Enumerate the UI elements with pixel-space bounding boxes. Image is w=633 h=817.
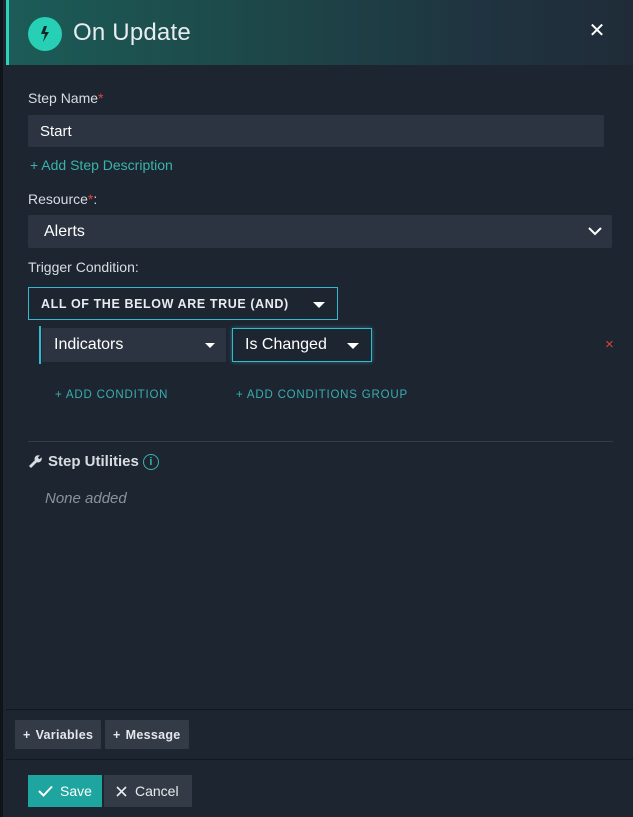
close-icon[interactable]: ✕ bbox=[588, 21, 606, 41]
condition-field-select[interactable]: Indicators bbox=[42, 328, 226, 362]
step-name-value: Start bbox=[40, 122, 72, 140]
save-button[interactable]: Save bbox=[28, 775, 102, 807]
cancel-button[interactable]: Cancel bbox=[104, 775, 192, 807]
header-accent-bar bbox=[6, 0, 9, 65]
resource-value: Alerts bbox=[44, 222, 85, 240]
plus-icon: + bbox=[55, 389, 66, 401]
save-label: Save bbox=[60, 783, 92, 799]
remove-condition-icon[interactable]: × bbox=[605, 336, 614, 353]
cancel-label: Cancel bbox=[135, 783, 179, 799]
resource-select[interactable]: Alerts bbox=[28, 215, 612, 248]
add-condition-label: ADD CONDITION bbox=[65, 389, 169, 401]
panel-header: On Update ✕ bbox=[6, 0, 633, 65]
chevron-down-icon bbox=[588, 223, 602, 241]
step-name-label: Step Name* bbox=[28, 90, 104, 106]
condition-field-value: Indicators bbox=[54, 336, 124, 353]
lightning-bolt-icon bbox=[28, 17, 62, 51]
plus-icon: + bbox=[23, 727, 31, 742]
add-conditions-group-label: ADD CONDITIONS GROUP bbox=[246, 389, 408, 401]
info-icon[interactable]: i bbox=[142, 453, 159, 470]
add-message-button[interactable]: + Message bbox=[105, 720, 189, 749]
check-icon bbox=[38, 785, 53, 797]
add-conditions-group-link[interactable]: + ADD CONDITIONS GROUP bbox=[236, 389, 408, 401]
step-name-input[interactable]: Start bbox=[28, 115, 604, 147]
footer-divider bbox=[6, 759, 633, 760]
section-divider bbox=[28, 441, 613, 442]
message-label: Message bbox=[125, 727, 181, 742]
condition-group-line bbox=[39, 326, 41, 364]
step-name-label-text: Step Name bbox=[28, 90, 99, 106]
add-condition-link[interactable]: + ADD CONDITION bbox=[55, 389, 168, 401]
panel-title: On Update bbox=[73, 19, 191, 46]
logic-operator-select[interactable]: ALL OF THE BELOW ARE TRUE (AND) bbox=[28, 287, 338, 320]
step-editor-panel: On Update ✕ Step Name* Start + Add Step … bbox=[0, 0, 633, 817]
close-icon bbox=[116, 785, 127, 797]
resource-label: Resource*: bbox=[28, 191, 97, 207]
trigger-condition-label: Trigger Condition: bbox=[28, 259, 139, 275]
add-step-description-link[interactable]: + Add Step Description bbox=[30, 157, 173, 173]
caret-down-icon bbox=[205, 343, 215, 348]
toolbar-divider bbox=[6, 709, 633, 710]
plus-icon: + bbox=[113, 727, 121, 742]
wrench-icon bbox=[28, 454, 43, 469]
step-utilities-header: Step Utilities i bbox=[28, 453, 159, 470]
condition-operator-select[interactable]: Is Changed bbox=[232, 328, 372, 362]
required-mark: * bbox=[98, 90, 104, 106]
caret-down-icon bbox=[347, 343, 359, 349]
caret-down-icon bbox=[313, 302, 325, 308]
variables-label: Variables bbox=[35, 727, 94, 742]
utilities-empty-text: None added bbox=[45, 490, 127, 507]
step-utilities-title: Step Utilities bbox=[48, 453, 139, 470]
resource-label-suffix: : bbox=[93, 191, 98, 207]
condition-operator-value: Is Changed bbox=[245, 336, 327, 353]
plus-icon: + bbox=[236, 389, 247, 401]
resource-label-text: Resource bbox=[28, 191, 88, 207]
add-variables-button[interactable]: + Variables bbox=[15, 720, 102, 749]
logic-operator-value: ALL OF THE BELOW ARE TRUE (AND) bbox=[41, 296, 289, 311]
